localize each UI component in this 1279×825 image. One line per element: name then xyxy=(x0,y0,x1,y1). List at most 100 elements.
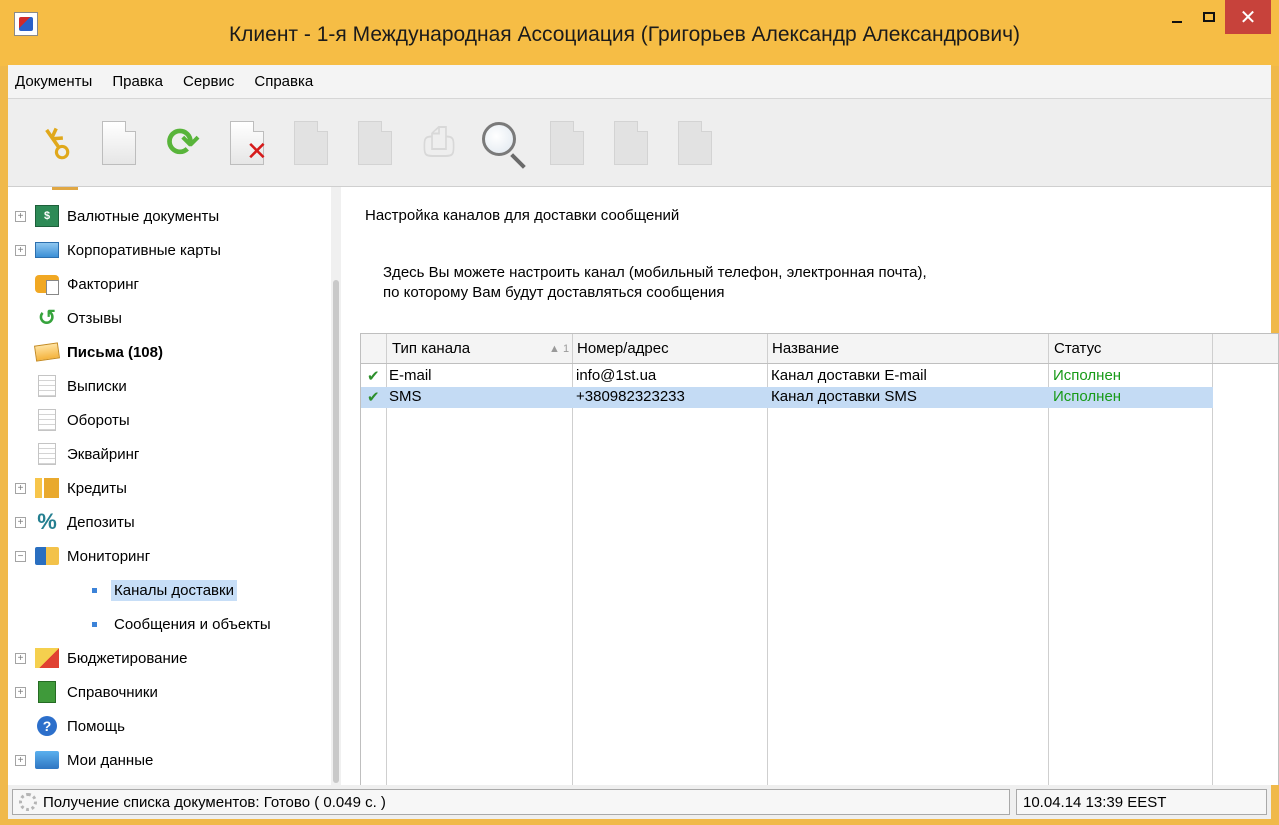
turnover-icon xyxy=(38,409,56,431)
expand-icon[interactable]: + xyxy=(15,482,26,494)
new-document-button[interactable] xyxy=(92,112,146,174)
close-icon: ✕ xyxy=(1239,6,1257,29)
toolbar: ⚷ ⟳ ✕ ⎙ xyxy=(8,99,1271,187)
delete-icon: ✕ xyxy=(246,135,268,166)
refresh-button[interactable]: ⟳ xyxy=(156,112,210,174)
scrolled-item-edge xyxy=(52,187,78,190)
tree-item-label: Письма (108) xyxy=(67,343,163,361)
tree-item-label: Мониторинг xyxy=(67,547,151,565)
channels-table[interactable]: Тип канала ▲ 1 Номер/адрес Название Стат… xyxy=(360,333,1279,785)
table-header: Тип канала ▲ 1 Номер/адрес Название Стат… xyxy=(361,334,1278,364)
table-row[interactable]: ✔ SMS +380982323233 Канал доставки SMS И… xyxy=(361,387,1213,408)
column-header-address[interactable]: Номер/адрес xyxy=(577,340,669,357)
tree-item-label: Эквайринг xyxy=(67,445,140,463)
sign-button[interactable] xyxy=(668,112,722,174)
minimize-button[interactable] xyxy=(1159,0,1195,34)
print-button[interactable]: ⎙ xyxy=(412,112,466,174)
import-icon xyxy=(550,120,584,165)
tree-item-budgeting[interactable]: + Бюджетирование xyxy=(8,641,190,675)
expand-icon[interactable]: + xyxy=(15,754,26,766)
expand-icon[interactable]: + xyxy=(15,244,26,256)
tree-item-acquiring[interactable]: Эквайринг xyxy=(8,437,142,471)
export-icon xyxy=(614,120,648,165)
tree-item-help[interactable]: ? Помощь xyxy=(8,709,128,743)
delete-button[interactable]: ✕ xyxy=(220,112,274,174)
reference-book-icon xyxy=(38,681,56,703)
menu-edit[interactable]: Правка xyxy=(109,71,166,92)
sort-ascending-icon: ▲ 1 xyxy=(549,343,570,355)
folder-icon xyxy=(35,751,59,769)
header-separator xyxy=(572,334,573,363)
tree-item-label: Кредиты xyxy=(67,479,127,497)
copy-button[interactable] xyxy=(348,112,402,174)
export-button[interactable] xyxy=(604,112,658,174)
tree-item-letters[interactable]: Письма (108) xyxy=(8,335,166,369)
envelope-icon xyxy=(34,342,60,362)
tree-scrollbar[interactable] xyxy=(331,187,341,785)
tree-item-label: Валютные документы xyxy=(67,207,220,225)
column-header-type[interactable]: Тип канала xyxy=(392,340,470,357)
column-header-status[interactable]: Статус xyxy=(1054,340,1101,357)
cell-type: SMS xyxy=(389,388,422,405)
status-message-panel: Получение списка документов: Готово ( 0.… xyxy=(12,789,1010,815)
bullet-icon xyxy=(92,621,97,627)
column-header-name[interactable]: Название xyxy=(772,340,839,357)
tree-item-messages-objects[interactable]: Сообщения и объекты xyxy=(8,607,274,641)
tree-item-label: Отзывы xyxy=(67,309,122,327)
cell-status: Исполнен xyxy=(1053,388,1122,405)
header-separator xyxy=(1048,334,1049,363)
tree-item-credits[interactable]: + Кредиты xyxy=(8,471,130,505)
tree-item-currency-docs[interactable]: + $ Валютные документы xyxy=(8,199,222,233)
factoring-icon xyxy=(35,275,59,295)
title-bar[interactable]: Клиент - 1-я Международная Ассоциация (Г… xyxy=(0,0,1279,66)
tree-item-references[interactable]: + Справочники xyxy=(8,675,161,709)
tree-item-turnover[interactable]: Обороты xyxy=(8,403,133,437)
tree-item-factoring[interactable]: Факторинг xyxy=(8,267,142,301)
bullet-icon xyxy=(92,587,97,593)
new-document-icon xyxy=(102,120,136,165)
search-icon xyxy=(482,121,516,156)
tree-item-statements[interactable]: Выписки xyxy=(8,369,130,403)
maximize-icon xyxy=(1203,12,1215,22)
tree-scrollbar-thumb[interactable] xyxy=(333,280,339,783)
currency-docs-icon: $ xyxy=(35,205,59,227)
tree-item-delivery-channels[interactable]: Каналы доставки xyxy=(8,573,237,607)
expand-icon[interactable]: + xyxy=(15,516,26,528)
import-button[interactable] xyxy=(540,112,594,174)
key-button[interactable]: ⚷ xyxy=(28,112,82,174)
tree-item-corporate-cards[interactable]: + Корпоративные карты xyxy=(8,233,224,267)
menu-documents[interactable]: Документы xyxy=(12,71,95,92)
tree-item-recalls[interactable]: ↺ Отзывы xyxy=(8,301,125,335)
recall-icon: ↺ xyxy=(37,305,57,330)
minimize-icon xyxy=(1172,21,1182,23)
cell-type: E-mail xyxy=(389,367,432,384)
corporate-card-icon xyxy=(35,242,59,258)
expand-icon[interactable]: + xyxy=(15,686,26,698)
table-row[interactable]: ✔ E-mail info@1st.ua Канал доставки E-ma… xyxy=(361,366,1213,387)
tree-item-my-data[interactable]: + Мои данные xyxy=(8,743,156,777)
header-separator xyxy=(767,334,768,363)
edit-button[interactable] xyxy=(284,112,338,174)
window-title: Клиент - 1-я Международная Ассоциация (Г… xyxy=(228,23,1021,46)
tree-item-deposits[interactable]: + % Депозиты xyxy=(8,505,138,539)
menu-help[interactable]: Справка xyxy=(251,71,316,92)
print-icon: ⎙ xyxy=(423,120,455,164)
maximize-button[interactable] xyxy=(1195,0,1223,34)
menu-service[interactable]: Сервис xyxy=(180,71,237,92)
tree-item-label: Сообщения и объекты xyxy=(114,615,271,633)
search-button[interactable] xyxy=(476,112,530,174)
expand-icon[interactable]: + xyxy=(15,652,26,664)
close-button[interactable]: ✕ xyxy=(1225,0,1271,34)
expand-icon[interactable]: + xyxy=(15,210,26,222)
acquiring-icon xyxy=(38,443,56,465)
cell-name: Канал доставки SMS xyxy=(771,388,917,405)
collapse-icon[interactable]: − xyxy=(15,550,26,562)
tree-item-label: Обороты xyxy=(67,411,130,429)
tree-item-label: Каналы доставки xyxy=(111,579,237,601)
search-handle xyxy=(510,152,526,169)
tree-item-label: Бюджетирование xyxy=(67,649,188,667)
refresh-icon: ⟳ xyxy=(166,120,200,165)
tree-item-monitoring[interactable]: − Мониторинг xyxy=(8,539,153,573)
tree-item-label: Депозиты xyxy=(67,513,135,531)
percent-icon: % xyxy=(37,509,57,534)
